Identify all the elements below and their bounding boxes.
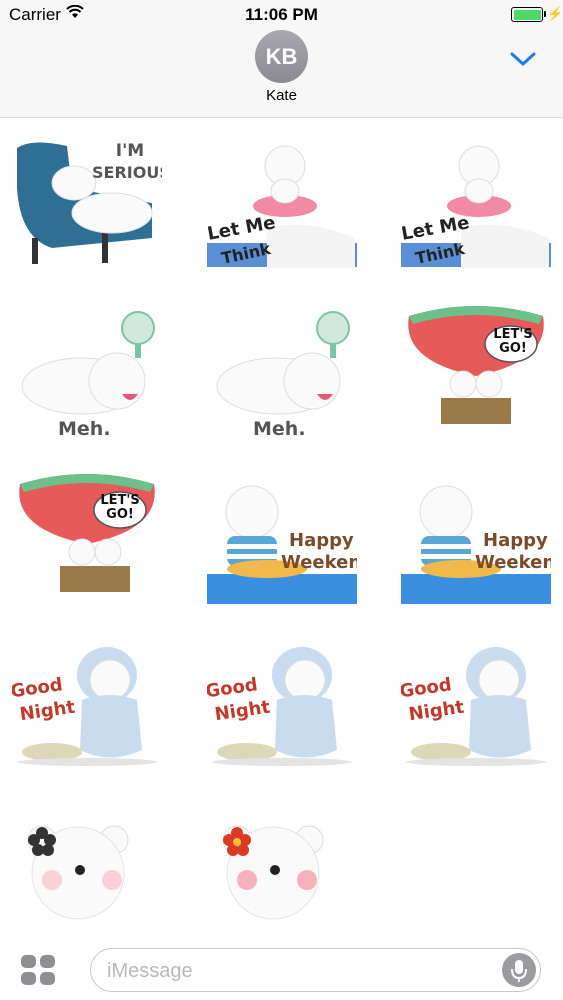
sticker-caption: Meh. [253,418,306,440]
microphone-icon[interactable] [502,953,536,987]
app-drawer-icon[interactable] [21,952,57,988]
chevron-down-icon[interactable] [509,50,537,68]
sticker-lets-go[interactable]: LET'S GO! [401,306,551,456]
conversation-header: KB Kate [0,30,563,118]
message-input[interactable] [107,959,487,983]
sticker-caption: I'M [115,141,145,161]
sticker-good-night[interactable]: Good Night [207,640,357,790]
sticker-meh[interactable]: Meh. [12,306,162,456]
battery-tip [544,11,546,17]
status-bar: Carrier 11:06 PM ⚡ [0,0,563,30]
sticker-caption: LET'S [493,327,533,342]
sticker-caption: GO! [106,507,134,522]
sticker-caption: SERIOUS [92,163,162,182]
message-input-bar [0,940,563,1000]
sticker-caption: LET'S [100,493,140,508]
sticker-let-me-think[interactable]: Let Me Think [207,128,357,278]
message-field[interactable] [90,948,541,992]
charging-bolt-icon: ⚡ [547,6,563,21]
contact-name[interactable]: Kate [0,87,563,104]
sticker-caption: Happy [483,530,548,551]
clock: 11:06 PM [245,5,318,24]
battery-icon [511,7,543,22]
sticker-caption: Meh. [58,418,111,440]
sticker-caption: GO! [499,341,527,356]
sticker-lets-go[interactable]: LET'S GO! [12,474,162,624]
sticker-happy-weekend[interactable]: Happy Weekend [401,474,551,624]
sticker-caption: Happy [289,530,354,551]
avatar[interactable]: KB [255,30,308,83]
sticker-happy-weekend[interactable]: Happy Weekend [207,474,357,624]
sticker-caption: Weekend [475,552,551,573]
sticker-let-me-think[interactable]: Let Me Think [401,128,551,278]
sticker-good-night[interactable]: Good Night [12,640,162,790]
sticker-serious[interactable]: I'M SERIOUS [12,128,162,278]
sticker-caption: Weekend [281,552,357,573]
sticker-meh[interactable]: Meh. [207,306,357,456]
sticker-good-night[interactable]: Good Night [401,640,551,790]
